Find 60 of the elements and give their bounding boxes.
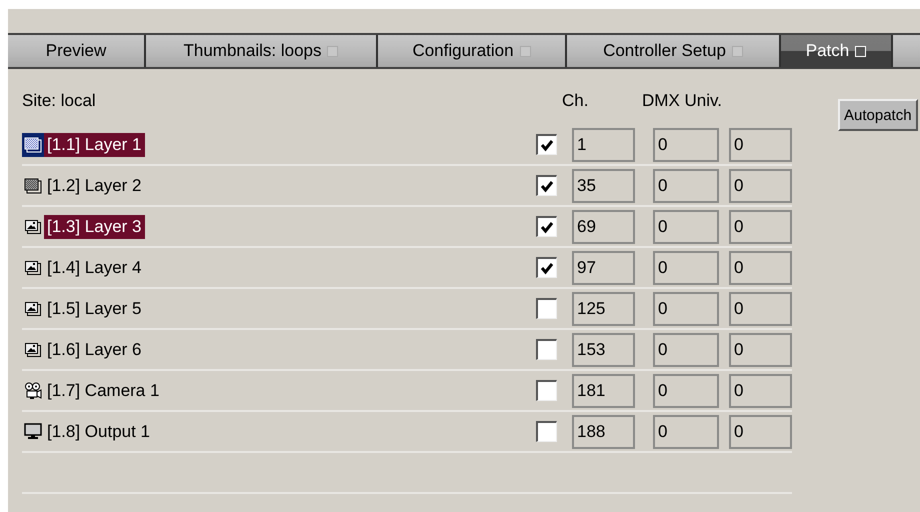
picture-layer-icon: [24, 300, 42, 316]
dmx-field[interactable]: 0: [653, 332, 719, 366]
dmx-field[interactable]: 0: [729, 210, 792, 244]
dmx-field[interactable]: 0: [653, 168, 719, 202]
channel-field[interactable]: 35: [572, 168, 635, 202]
tab[interactable]: Patch: [781, 35, 893, 67]
tab[interactable]: Configuration: [378, 35, 567, 67]
layer-name[interactable]: [1.7] Camera 1: [44, 378, 162, 402]
layer-name[interactable]: [1.6] Layer 6: [44, 338, 145, 362]
pattern-layer-icon: [24, 136, 42, 152]
check-icon: [540, 138, 554, 152]
site-label: Site: local: [22, 91, 97, 111]
channel-field[interactable]: 69: [572, 210, 635, 244]
dmx-field[interactable]: 0: [653, 374, 719, 408]
check-icon: [540, 261, 554, 275]
dmx-field[interactable]: 0: [653, 250, 719, 284]
column-header: Ch.: [562, 91, 590, 111]
dmx-field[interactable]: 0: [729, 250, 792, 284]
dmx-field[interactable]: 0: [653, 128, 719, 162]
checkbox[interactable]: [536, 421, 557, 442]
dmx-field[interactable]: 0: [729, 292, 792, 326]
dmx-field[interactable]: 0: [729, 374, 792, 408]
layer-name[interactable]: [1.8] Output 1: [44, 420, 154, 444]
layer-name[interactable]: [1.1] Layer 1: [44, 132, 145, 156]
layer-name[interactable]: [1.2] Layer 2: [44, 174, 145, 198]
dmx-field[interactable]: 0: [653, 414, 719, 448]
dmx-field[interactable]: 0: [729, 168, 792, 202]
channel-field[interactable]: 181: [572, 374, 635, 408]
checkbox[interactable]: [536, 380, 557, 401]
tab[interactable]: Thumbnails: loops: [146, 35, 378, 67]
channel-field[interactable]: 153: [572, 332, 635, 366]
check-icon: [540, 220, 554, 234]
dmx-field[interactable]: 0: [729, 128, 792, 162]
column-header: DMX Univ.: [642, 91, 723, 111]
dmx-field[interactable]: 0: [729, 332, 792, 366]
layer-name[interactable]: [1.4] Layer 4: [44, 256, 145, 280]
dmx-field[interactable]: 0: [653, 210, 719, 244]
layer-name[interactable]: [1.5] Layer 5: [44, 296, 145, 320]
checkbox[interactable]: [536, 134, 557, 155]
picture-layer-icon: [24, 260, 42, 276]
checkbox[interactable]: [536, 298, 557, 319]
channel-field[interactable]: 97: [572, 250, 635, 284]
dmx-field[interactable]: 0: [729, 414, 792, 448]
tab[interactable]: Preview: [8, 35, 146, 67]
picture-layer-icon: [24, 342, 42, 358]
pattern-layer-icon: [24, 178, 42, 194]
checkbox[interactable]: [536, 175, 557, 196]
checkbox[interactable]: [536, 216, 557, 237]
channel-field[interactable]: 125: [572, 292, 635, 326]
layer-name[interactable]: [1.3] Layer 3: [44, 214, 145, 238]
channel-field[interactable]: 1: [572, 128, 635, 162]
dmx-field[interactable]: 0: [653, 292, 719, 326]
picture-layer-icon: [24, 218, 42, 234]
checkbox[interactable]: [536, 339, 557, 360]
checkbox[interactable]: [536, 257, 557, 278]
autopatch-button[interactable]: Autopatch: [838, 99, 918, 131]
movie-camera-icon: [24, 382, 42, 400]
monitor-icon: [24, 423, 42, 440]
check-icon: [540, 179, 554, 193]
channel-field[interactable]: 188: [572, 414, 635, 448]
